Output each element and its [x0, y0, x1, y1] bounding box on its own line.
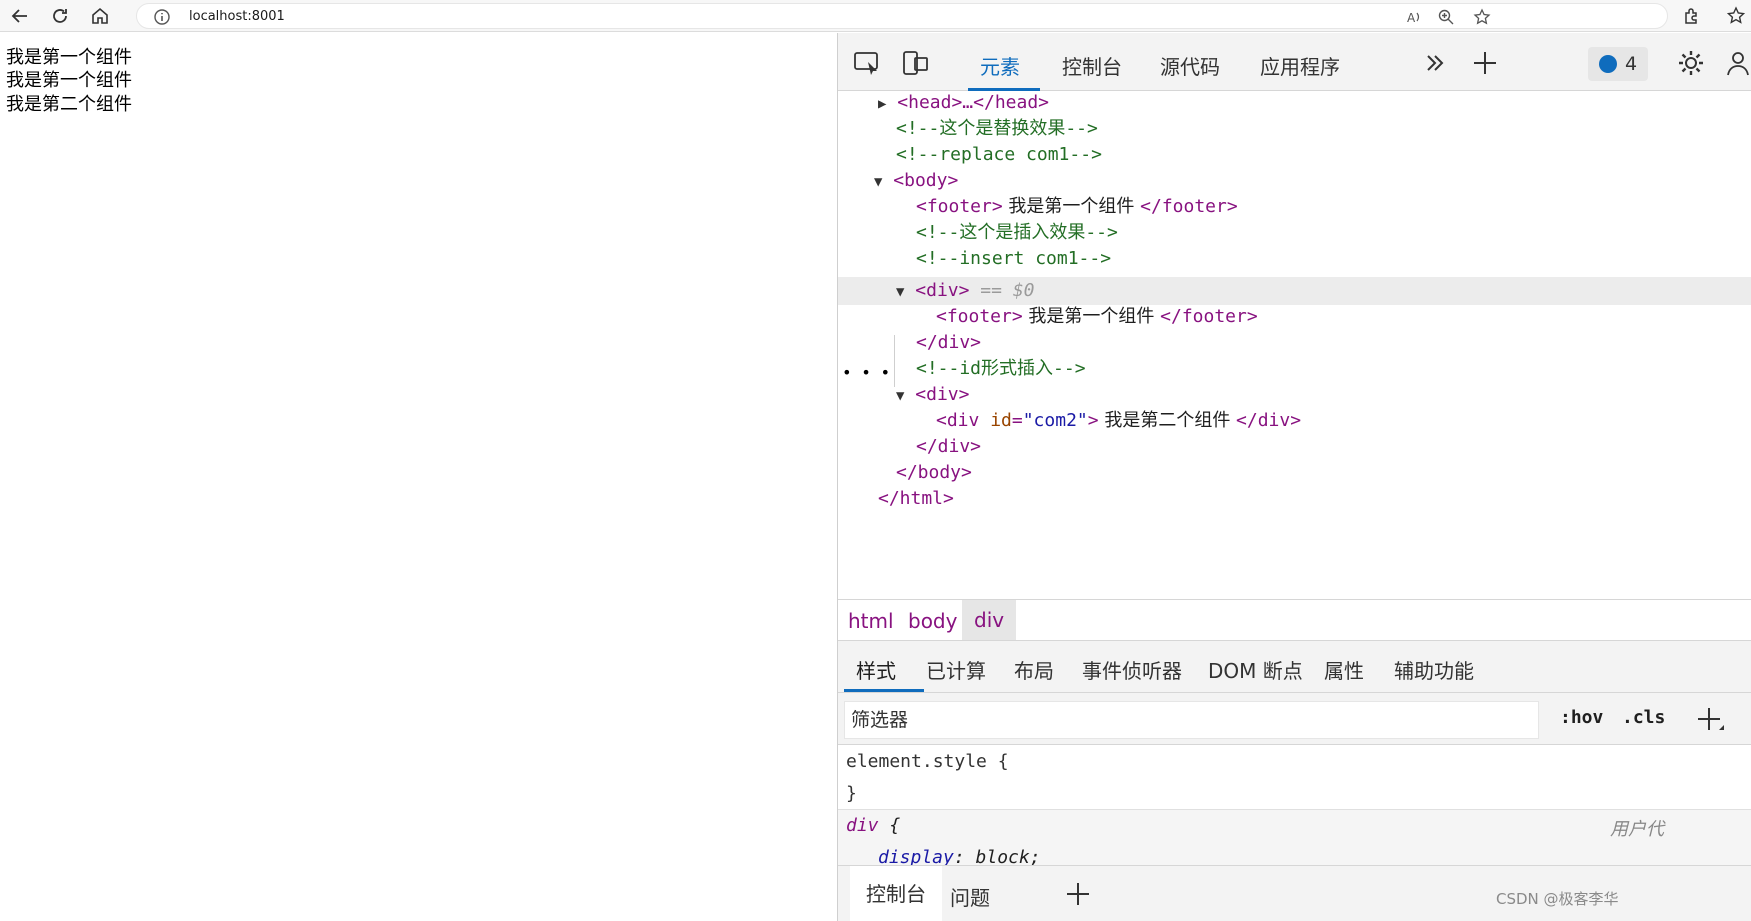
tab-styles[interactable]: 样式 — [856, 655, 896, 684]
class-toggle[interactable]: .cls — [1622, 707, 1665, 728]
element-style-selector[interactable]: element.style { — [846, 751, 1009, 772]
inspect-element-icon[interactable] — [852, 48, 882, 78]
dom-body-close[interactable]: </body> — [896, 459, 972, 487]
info-icon[interactable] — [153, 8, 171, 26]
collapsed-triangle-icon[interactable]: ▶ — [878, 96, 886, 112]
puzzle-icon — [1685, 8, 1697, 24]
reload-button[interactable] — [48, 4, 72, 28]
styles-filter-bar: 筛选器 :hov .cls — [838, 693, 1751, 745]
devtools-panel: 元素 控制台 源代码 应用程序 4 • • • ▶ <head>…</head>… — [837, 33, 1751, 921]
extensions-button[interactable] — [1680, 4, 1704, 28]
dom-footer[interactable]: <footer> 我是第一个组件 </footer> — [916, 193, 1238, 221]
more-tabs-chevron-icon[interactable] — [1420, 48, 1450, 78]
issues-message-icon — [1598, 55, 1617, 73]
drawer-tab-console[interactable]: 控制台 — [850, 866, 942, 921]
favorites-button[interactable] — [1724, 4, 1748, 28]
add-tab-plus-icon[interactable] — [1470, 48, 1500, 78]
svg-text:A: A — [1407, 11, 1416, 25]
tab-computed[interactable]: 已计算 — [926, 655, 986, 684]
dom-footer[interactable]: <footer> 我是第一个组件 </footer> — [936, 303, 1258, 331]
expanded-triangle-icon[interactable]: ▼ — [896, 388, 904, 404]
styles-tabbar: 样式 已计算 布局 事件侦听器 DOM 断点 属性 辅助功能 — [838, 641, 1751, 693]
page-viewport: 我是第一个组件 我是第一个组件 我是第二个组件 — [0, 33, 837, 921]
dom-div-selected[interactable]: ▼ <div> == $0 — [896, 277, 1035, 305]
reload-icon — [53, 9, 67, 23]
breadcrumb-body[interactable]: body — [908, 609, 957, 633]
dom-comment[interactable]: <!--replace com1--> — [896, 141, 1102, 169]
new-style-rule-plus-icon[interactable] — [1696, 705, 1726, 735]
dom-head[interactable]: ▶ <head>…</head> — [878, 89, 1049, 117]
tab-layout[interactable]: 布局 — [1014, 655, 1054, 684]
dom-comment[interactable]: <!--id形式插入--> — [916, 355, 1086, 383]
devtools-toolbar: 元素 控制台 源代码 应用程序 4 — [838, 33, 1751, 91]
breadcrumb: html body div — [838, 599, 1751, 641]
dom-div-close[interactable]: </div> — [916, 329, 981, 357]
dom-div-open[interactable]: ▼ <div> — [896, 381, 969, 409]
style-rules: element.style { } div { 用户代 display: blo… — [838, 745, 1751, 879]
favorite-star-icon[interactable] — [1473, 8, 1491, 26]
tab-event-listeners[interactable]: 事件侦听器 — [1082, 655, 1182, 684]
element-style-close: } — [846, 783, 857, 804]
tab-application[interactable]: 应用程序 — [1260, 51, 1340, 80]
filter-input[interactable]: 筛选器 — [844, 701, 1539, 739]
devtools-drawer: 控制台 问题 CSDN @极客李华 — [838, 865, 1751, 921]
tab-console[interactable]: 控制台 — [1062, 51, 1122, 80]
breadcrumb-div[interactable]: div — [962, 600, 1017, 640]
component-text-2: 我是第一个组件 — [6, 70, 132, 91]
profile-icon[interactable] — [1724, 48, 1751, 78]
watermark: CSDN @极客李华 — [1496, 890, 1619, 908]
home-icon — [92, 7, 108, 24]
div-rule-selector[interactable]: div { — [846, 815, 900, 836]
issues-badge[interactable]: 4 — [1588, 47, 1648, 81]
expanded-triangle-icon[interactable]: ▼ — [874, 174, 882, 190]
browser-toolbar: localhost:8001 A — [0, 0, 1751, 32]
tab-elements[interactable]: 元素 — [980, 51, 1020, 80]
user-agent-label: 用户代 — [1610, 819, 1664, 840]
tab-properties[interactable]: 属性 — [1324, 655, 1364, 684]
component-text-3: 我是第二个组件 — [6, 94, 132, 115]
zoom-icon[interactable] — [1437, 8, 1455, 26]
tab-accessibility[interactable]: 辅助功能 — [1394, 655, 1474, 684]
favorites-icon — [1726, 6, 1746, 24]
drawer-add-plus-icon[interactable] — [1064, 880, 1092, 908]
dom-comment[interactable]: <!--这个是插入效果--> — [916, 219, 1118, 247]
back-button[interactable] — [8, 4, 32, 28]
dom-comment[interactable]: <!--insert com1--> — [916, 245, 1111, 273]
expanded-triangle-icon[interactable]: ▼ — [896, 284, 904, 300]
address-bar[interactable]: localhost:8001 A — [136, 3, 1668, 29]
issues-count: 4 — [1624, 53, 1638, 75]
dom-body-open[interactable]: ▼ <body> — [874, 167, 958, 195]
drawer-tab-issues[interactable]: 问题 — [950, 882, 990, 911]
breadcrumb-html[interactable]: html — [848, 609, 894, 633]
back-arrow-icon — [11, 9, 27, 23]
tab-dom-breakpoints[interactable]: DOM 断点 — [1208, 655, 1303, 684]
settings-gear-icon[interactable] — [1676, 48, 1706, 78]
device-emulation-icon[interactable] — [900, 48, 930, 78]
dom-tree: • • • ▶ <head>…</head> <!--这个是替换效果--> <!… — [838, 91, 1751, 599]
active-tab-indicator — [844, 689, 924, 692]
dom-comment[interactable]: <!--这个是替换效果--> — [896, 115, 1098, 143]
hover-state-toggle[interactable]: :hov — [1560, 707, 1603, 728]
indent-guide — [894, 335, 895, 387]
dom-html-close[interactable]: </html> — [878, 485, 954, 513]
url-text[interactable]: localhost:8001 — [189, 9, 285, 24]
row-actions-ellipsis[interactable]: • • • — [842, 363, 890, 382]
dom-div-close[interactable]: </div> — [916, 433, 981, 461]
dom-div-com2[interactable]: <div id="com2"> 我是第二个组件 </div> — [936, 407, 1301, 435]
tab-sources[interactable]: 源代码 — [1160, 51, 1220, 80]
home-button[interactable] — [88, 4, 112, 28]
read-aloud-icon[interactable]: A — [1405, 8, 1423, 26]
